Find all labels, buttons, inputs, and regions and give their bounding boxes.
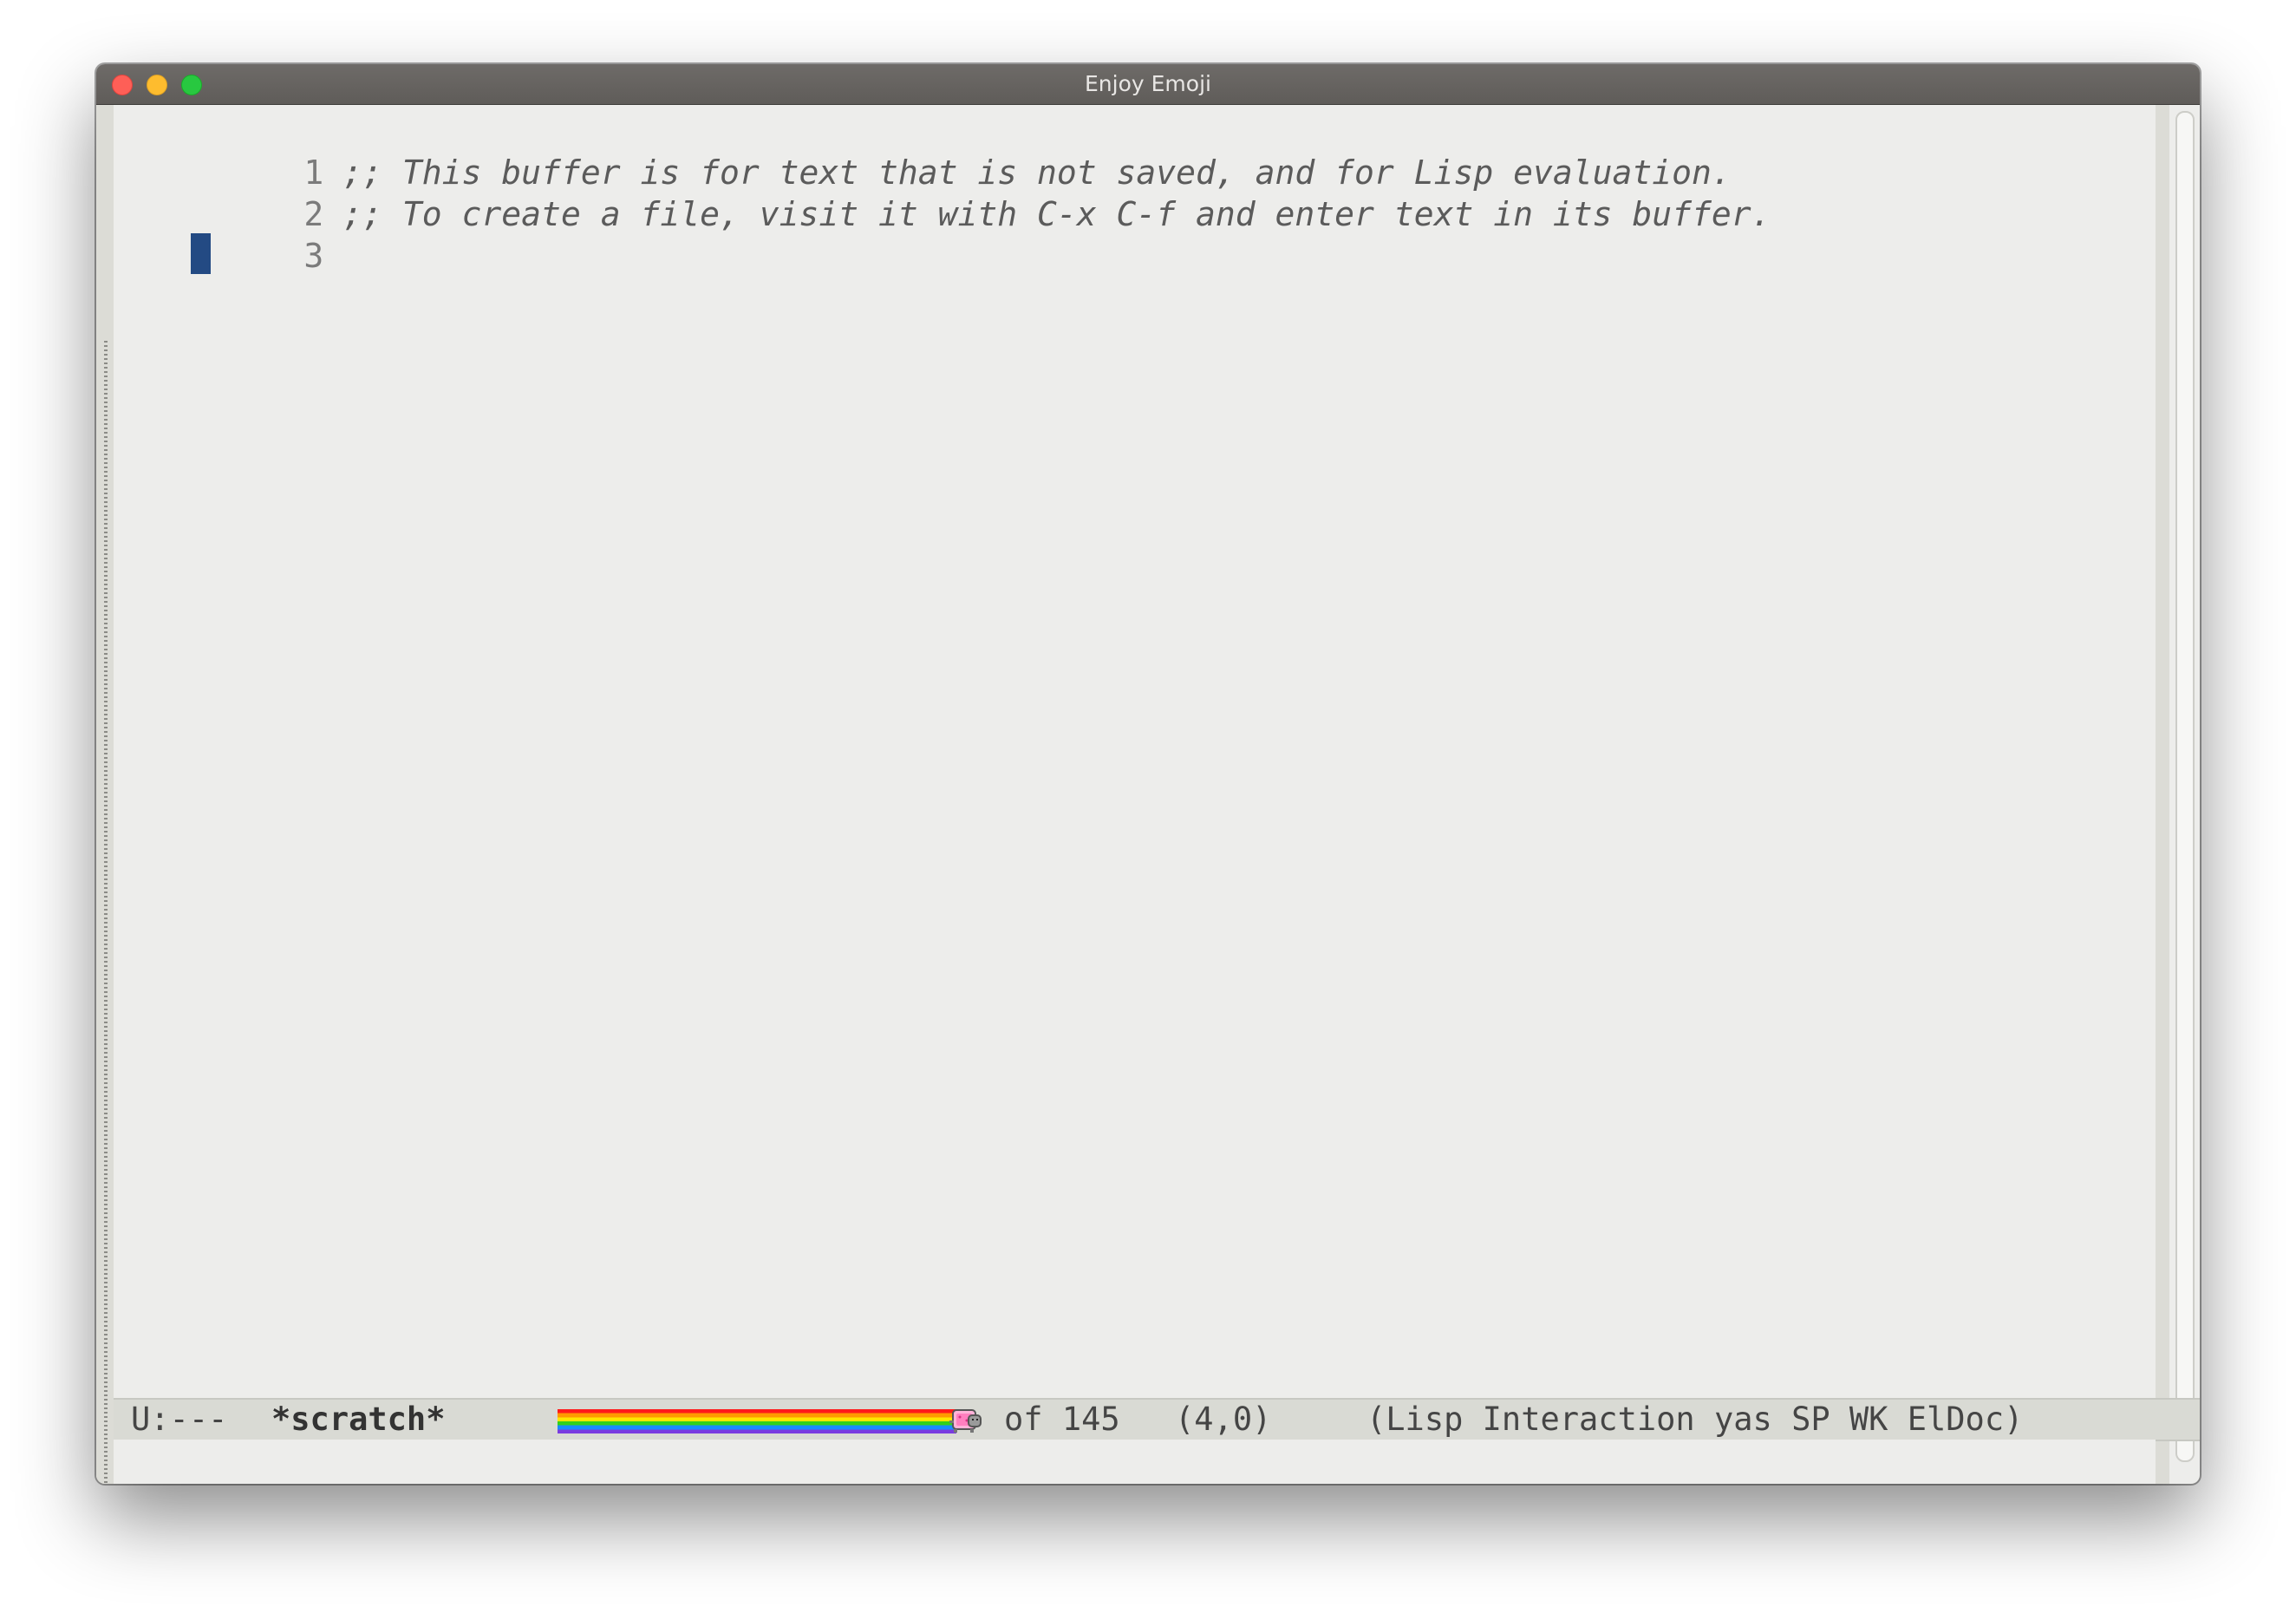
buffer-position: of 145 xyxy=(1004,1401,1120,1438)
window-title: Enjoy Emoji xyxy=(1085,71,1211,96)
buffer-status: U:--- xyxy=(131,1401,228,1438)
right-fringe xyxy=(2156,105,2169,1484)
echo-area[interactable] xyxy=(114,1440,2156,1484)
left-fringe xyxy=(96,105,114,1484)
buffer-name[interactable]: *scratch* xyxy=(271,1400,445,1440)
rainbow-trail xyxy=(558,1409,956,1433)
nyan-progress[interactable] xyxy=(558,1409,995,1433)
nyan-cat-icon xyxy=(949,1409,982,1433)
cursor-position: (4,0) xyxy=(1175,1401,1272,1438)
buffer-line: 1;; This buffer is for text that is not … xyxy=(122,110,1731,192)
fringe-indicator xyxy=(104,341,108,1484)
major-minor-modes[interactable]: (Lisp Interaction yas SP WK ElDoc) xyxy=(1367,1400,2023,1440)
text-cursor xyxy=(191,233,211,274)
line-number: 3 xyxy=(303,237,324,275)
buffer-line: 3 xyxy=(122,193,342,275)
emacs-window: Enjoy Emoji 1;; This buffer is for text … xyxy=(96,64,2200,1484)
line-text: ;; To create a file, visit it with C-x C… xyxy=(342,195,1771,233)
buffer-line: 2;; To create a file, visit it with C-x … xyxy=(122,152,1771,233)
title-bar[interactable]: Enjoy Emoji xyxy=(96,64,2200,105)
vertical-scrollbar[interactable] xyxy=(2175,111,2195,1462)
mode-line[interactable]: U:--- *scratch* of 145 (4,0) (Lisp Inter… xyxy=(114,1398,2200,1441)
